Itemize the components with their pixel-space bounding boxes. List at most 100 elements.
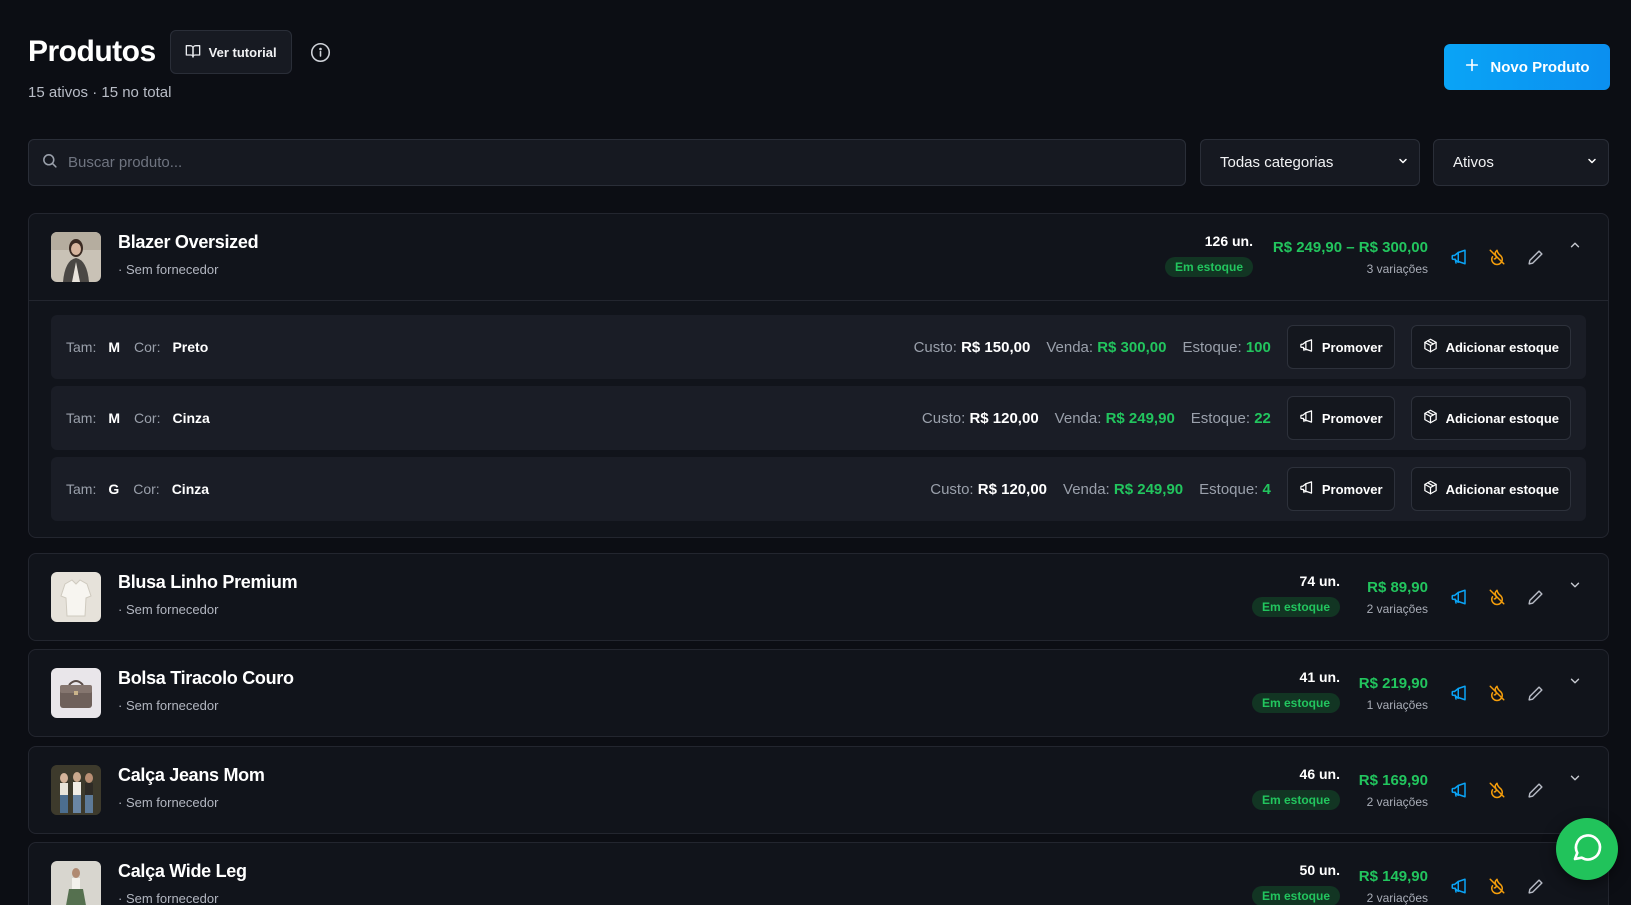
megaphone-icon xyxy=(1299,409,1314,427)
plus-icon xyxy=(1464,57,1480,77)
product-row[interactable]: Calça Jeans Mom · Sem fornecedor 46 un. … xyxy=(29,747,1608,833)
pencil-icon[interactable] xyxy=(1524,682,1546,704)
sale-value: R$ 300,00 xyxy=(1097,338,1167,356)
product-name: Bolsa Tiracolo Couro xyxy=(118,668,294,688)
megaphone-icon[interactable] xyxy=(1448,779,1470,801)
size-value: M xyxy=(108,410,121,426)
color-value: Cinza xyxy=(172,410,210,426)
sale-value: R$ 249,90 xyxy=(1105,409,1175,427)
color-value: Cinza xyxy=(171,481,210,497)
price-info: R$ 169,90 2 variações xyxy=(1359,772,1428,809)
flame-off-icon[interactable] xyxy=(1486,875,1508,897)
variant-list: Tam: M Cor: Preto Custo: R$ 150,00 Venda… xyxy=(29,301,1608,537)
product-count: 15 ativos · 15 no total xyxy=(28,84,172,101)
variant-details: Custo: R$ 150,00 Venda: R$ 300,00 Estoqu… xyxy=(914,325,1571,369)
status-badge: Em estoque xyxy=(1251,790,1340,810)
chevron-down-icon xyxy=(1586,154,1598,171)
price-value: R$ 219,90 xyxy=(1358,675,1428,692)
chevron-down-icon[interactable] xyxy=(1564,574,1586,596)
promote-label: Promover xyxy=(1321,481,1383,497)
chevron-down-icon[interactable] xyxy=(1564,767,1586,789)
variation-count: 1 variações xyxy=(1366,698,1428,712)
chat-bubble-icon xyxy=(1571,831,1603,868)
page-title: Produtos xyxy=(28,35,156,68)
product-row[interactable]: Calça Wide Leg · Sem fornecedor 50 un. E… xyxy=(29,843,1608,905)
stock-info: Estoque: 100 xyxy=(1182,338,1271,356)
variation-count: 2 variações xyxy=(1366,795,1428,809)
product-card: Bolsa Tiracolo Couro · Sem fornecedor 41… xyxy=(28,649,1609,737)
stock-info: 50 un. Em estoque xyxy=(1251,862,1340,905)
package-icon xyxy=(1423,409,1438,427)
price-info: R$ 219,90 1 variações xyxy=(1359,675,1428,712)
price-value: R$ 169,90 xyxy=(1358,772,1428,789)
stock-quantity: 126 un. xyxy=(1204,233,1253,249)
price-value: R$ 149,90 xyxy=(1358,868,1428,885)
product-row[interactable]: Blusa Linho Premium · Sem fornecedor 74 … xyxy=(29,554,1608,640)
variation-count: 2 variações xyxy=(1366,602,1428,616)
size-label: Tam: xyxy=(66,481,97,497)
stock-info: 74 un. Em estoque xyxy=(1251,573,1340,617)
pencil-icon[interactable] xyxy=(1524,246,1546,268)
package-icon xyxy=(1423,338,1438,356)
flame-off-icon[interactable] xyxy=(1486,246,1508,268)
new-product-button[interactable]: Novo Produto xyxy=(1444,44,1610,90)
add-stock-button[interactable]: Adicionar estoque xyxy=(1410,325,1571,369)
book-icon xyxy=(185,43,201,62)
promote-label: Promover xyxy=(1321,410,1383,426)
add-stock-button[interactable]: Adicionar estoque xyxy=(1410,396,1571,440)
info-icon[interactable] xyxy=(310,41,332,63)
promote-button[interactable]: Promover xyxy=(1286,467,1395,511)
product-supplier: · Sem fornecedor xyxy=(118,698,219,713)
pencil-icon[interactable] xyxy=(1524,779,1546,801)
status-badge: Em estoque xyxy=(1251,597,1340,617)
promote-button[interactable]: Promover xyxy=(1286,325,1395,369)
product-thumbnail xyxy=(51,668,101,718)
flame-off-icon[interactable] xyxy=(1486,586,1508,608)
search-box xyxy=(28,139,1186,186)
flame-off-icon[interactable] xyxy=(1486,779,1508,801)
chevron-down-icon[interactable] xyxy=(1564,670,1586,692)
pencil-icon[interactable] xyxy=(1524,586,1546,608)
variant-row: Tam: M Cor: Preto Custo: R$ 150,00 Venda… xyxy=(51,315,1586,379)
megaphone-icon[interactable] xyxy=(1448,586,1470,608)
status-select[interactable]: Ativos xyxy=(1433,139,1609,186)
chevron-up-icon[interactable] xyxy=(1564,234,1586,256)
product-name: Calça Wide Leg xyxy=(118,861,247,881)
cost-info: Custo: R$ 120,00 xyxy=(930,480,1048,498)
stock-quantity: 74 un. xyxy=(1299,573,1340,589)
price-info: R$ 249,90 – R$ 300,00 3 variações xyxy=(1273,239,1428,276)
search-input[interactable] xyxy=(68,154,1148,171)
size-value: G xyxy=(108,481,120,497)
add-stock-label: Adicionar estoque xyxy=(1445,339,1559,355)
megaphone-icon[interactable] xyxy=(1448,875,1470,897)
variation-count: 3 variações xyxy=(1366,262,1428,276)
tutorial-button[interactable]: Ver tutorial xyxy=(169,30,292,74)
page-header: Produtos Ver tutorial xyxy=(28,30,332,74)
add-stock-label: Adicionar estoque xyxy=(1445,410,1559,426)
megaphone-icon[interactable] xyxy=(1448,246,1470,268)
megaphone-icon xyxy=(1299,338,1314,356)
product-row[interactable]: Bolsa Tiracolo Couro · Sem fornecedor 41… xyxy=(29,650,1608,736)
product-thumbnail xyxy=(51,765,101,815)
status-select-value: Ativos xyxy=(1453,154,1494,171)
color-label: Cor: xyxy=(134,410,161,426)
add-stock-button[interactable]: Adicionar estoque xyxy=(1410,467,1571,511)
product-supplier: · Sem fornecedor xyxy=(118,602,219,617)
product-card: Calça Wide Leg · Sem fornecedor 50 un. E… xyxy=(28,842,1609,905)
pencil-icon[interactable] xyxy=(1524,875,1546,897)
cost-info: Custo: R$ 150,00 xyxy=(913,338,1031,356)
promote-button[interactable]: Promover xyxy=(1286,396,1395,440)
flame-off-icon[interactable] xyxy=(1486,682,1508,704)
price-value: R$ 249,90 – R$ 300,00 xyxy=(1272,239,1428,256)
chat-button[interactable] xyxy=(1556,818,1618,880)
sale-info: Venda: R$ 249,90 xyxy=(1063,480,1184,498)
megaphone-icon[interactable] xyxy=(1448,682,1470,704)
product-card: Calça Jeans Mom · Sem fornecedor 46 un. … xyxy=(28,746,1609,834)
product-name: Calça Jeans Mom xyxy=(118,765,265,785)
stock-quantity: 50 un. xyxy=(1299,862,1340,878)
new-product-label: Novo Produto xyxy=(1490,58,1590,76)
product-row[interactable]: Blazer Oversized · Sem fornecedor 126 un… xyxy=(29,214,1608,300)
category-select[interactable]: Todas categorias xyxy=(1200,139,1420,186)
product-supplier: · Sem fornecedor xyxy=(118,795,219,810)
sale-info: Venda: R$ 249,90 xyxy=(1054,409,1175,427)
